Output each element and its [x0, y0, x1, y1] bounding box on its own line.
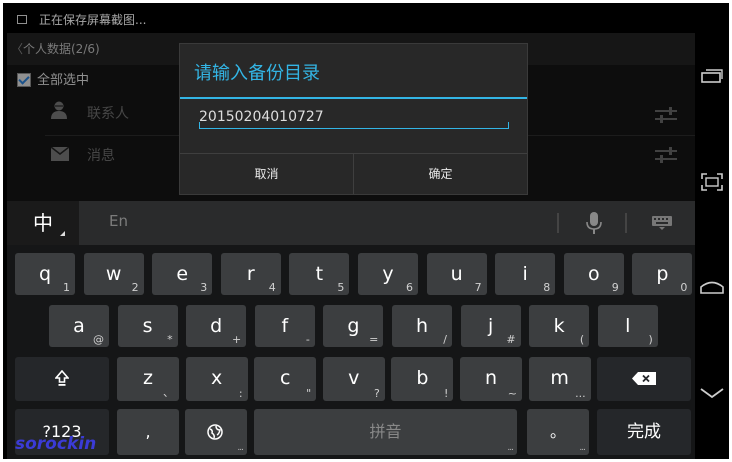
key-sublabel: 1 [63, 281, 70, 294]
key-sublabel: * [167, 333, 173, 346]
soft-keyboard: 中 En ?123 , ... 拼音 ... 。 ... 完成 q 1 w 2 … [7, 201, 695, 459]
language-switch-key[interactable]: 中 [7, 201, 79, 245]
key-s[interactable]: s * [117, 305, 178, 347]
key-sublabel: 4 [268, 281, 276, 294]
key-p[interactable]: p0 [632, 253, 693, 295]
key-l[interactable]: l) [597, 305, 658, 347]
key-sublabel: 0 [680, 281, 688, 294]
key-y[interactable]: y6 [358, 253, 418, 295]
device-frame: 正在保存屏幕截图... 〈 个人数据(2/6) 全部选中 联系人 消息 请输入备… [0, 0, 732, 462]
key-sublabel: ~ [507, 387, 517, 400]
backspace-key[interactable] [597, 357, 691, 401]
key-sublabel: - [305, 333, 310, 346]
input-underline-tick [199, 122, 200, 128]
key-sublabel: 3 [200, 281, 208, 294]
key-sublabel: ( [579, 333, 585, 346]
backup-dir-input[interactable]: 20150204010727 [199, 106, 509, 128]
microphone-icon[interactable] [586, 212, 602, 234]
done-key[interactable]: 完成 [597, 409, 691, 455]
input-underline [199, 128, 509, 129]
settings-key[interactable]: ... [185, 409, 247, 455]
backspace-icon [632, 372, 656, 385]
space-key-label: 拼音 [369, 422, 402, 441]
key-sublabel: 9 [611, 281, 619, 294]
globe-icon [207, 424, 223, 440]
key-sublabel: = [369, 333, 379, 346]
key-i[interactable]: i8 [495, 253, 556, 295]
key-sublabel: 5 [337, 281, 345, 294]
key-more-dots: ... [579, 443, 586, 453]
cancel-button[interactable]: 取消 [180, 154, 353, 194]
recent-apps-icon[interactable] [701, 69, 723, 83]
key-o[interactable]: o9 [563, 253, 624, 295]
key-a[interactable]: a @ [49, 305, 109, 347]
system-nav-bar [695, 7, 729, 459]
toolbar-separator [557, 213, 559, 233]
key-sublabel: ! [443, 387, 449, 400]
key-more-dots: ... [507, 443, 514, 453]
key-sublabel: ) [648, 333, 653, 346]
key-sublabel: + [231, 333, 242, 346]
key-sublabel: " [306, 387, 312, 400]
language-key-label: 中 [33, 211, 53, 235]
key-sublabel: 6 [406, 281, 413, 294]
key-r[interactable]: r4 [220, 253, 281, 295]
key-more-dots: ... [237, 443, 244, 453]
comma-key[interactable]: , [117, 409, 179, 455]
key-sublabel: @ [93, 333, 104, 346]
screenshot-frame-icon[interactable] [701, 173, 723, 191]
key-z[interactable]: z、 [117, 357, 179, 401]
candidate-bar: 中 En [7, 201, 695, 245]
shift-key[interactable] [15, 357, 109, 401]
key-m[interactable]: m... [528, 357, 591, 401]
key-sublabel: 、 [163, 386, 174, 399]
key-j[interactable]: j # [460, 305, 521, 347]
key-sublabel: : [238, 387, 243, 400]
dialog-title: 请输入备份目录 [194, 63, 320, 84]
toolbar-separator [625, 213, 627, 233]
key-u[interactable]: u7 [426, 253, 487, 295]
key-g[interactable]: g = [323, 305, 384, 347]
key-c[interactable]: c " [254, 357, 317, 401]
key-sublabel: ? [373, 387, 380, 400]
key-h[interactable]: h / [392, 305, 452, 347]
key-f[interactable]: f- [254, 305, 315, 347]
key-sublabel: 8 [543, 281, 551, 294]
english-mode-label[interactable]: En [109, 212, 128, 230]
space-key[interactable]: 拼音 ... [254, 409, 517, 455]
key-sublabel: 2 [131, 281, 139, 294]
input-underline-tick [508, 122, 509, 128]
key-sublabel: / [443, 333, 447, 346]
corner-triangle-icon [60, 231, 65, 236]
key-x[interactable]: x: [185, 357, 248, 401]
key-q[interactable]: q1 [15, 253, 75, 295]
watermark: sorockin [15, 434, 97, 454]
key-sublabel: 7 [474, 281, 482, 294]
shift-arrow-icon [55, 370, 69, 386]
key-sublabel: # [506, 333, 516, 346]
keyboard-hide-icon[interactable] [652, 216, 672, 230]
key-e[interactable]: e3 [152, 253, 213, 295]
key-n[interactable]: n ~ [460, 357, 522, 401]
key-b[interactable]: b! [391, 357, 454, 401]
screen: 正在保存屏幕截图... 〈 个人数据(2/6) 全部选中 联系人 消息 请输入备… [7, 7, 695, 459]
key-v[interactable]: v? [322, 357, 385, 401]
comma-key-label: , [145, 422, 151, 441]
key-w[interactable]: w2 [83, 253, 144, 295]
period-key[interactable]: 。 ... [527, 409, 589, 455]
back-chevron-down-icon[interactable] [700, 387, 724, 399]
home-icon[interactable] [700, 280, 724, 294]
dialog-title-divider [180, 97, 527, 99]
done-key-label: 完成 [627, 422, 661, 442]
backup-dir-dialog: 请输入备份目录 20150204010727 取消 确定 [179, 43, 528, 195]
key-d[interactable]: d + [186, 305, 247, 347]
key-sublabel: ... [575, 387, 586, 400]
key-t[interactable]: t5 [289, 253, 350, 295]
key-k[interactable]: k( [529, 305, 590, 347]
confirm-button[interactable]: 确定 [354, 154, 527, 194]
